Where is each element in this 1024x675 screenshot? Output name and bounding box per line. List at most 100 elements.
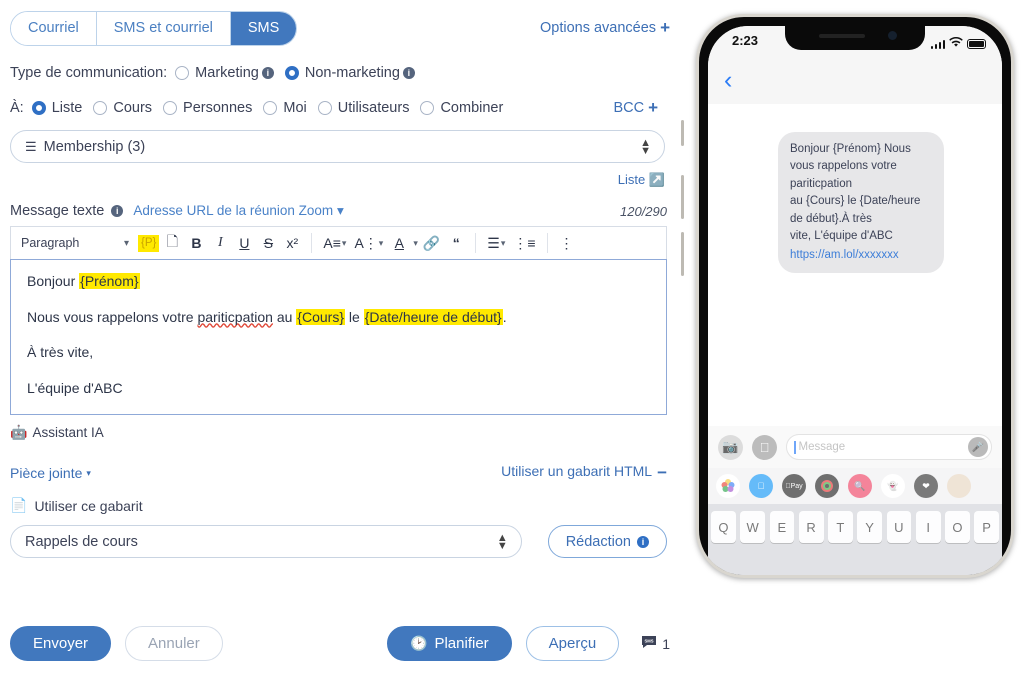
back-chevron-icon[interactable]: ‹ (724, 68, 732, 93)
info-icon[interactable]: i (637, 535, 649, 548)
wifi-icon (949, 35, 963, 53)
key-i[interactable]: I (915, 511, 941, 543)
radio-utilisateurs-circle (317, 101, 332, 115)
cancel-button[interactable]: Annuler (125, 626, 223, 661)
text-color-icon[interactable]: A (388, 231, 410, 255)
tab-sms[interactable]: SMS (230, 11, 297, 45)
html-template-toggle[interactable]: Utiliser un gabarit HTML − (501, 463, 667, 483)
phone-nav-bar: ‹ (708, 60, 1002, 104)
liste-external-link[interactable]: Liste ↗️ (10, 172, 665, 188)
font-size-icon[interactable]: A≡ ▾ (320, 231, 349, 255)
text-caret (794, 440, 796, 454)
key-p[interactable]: P (974, 511, 999, 543)
radio-non-marketing[interactable]: Non-marketing i (284, 65, 415, 81)
recipients-row: À: Liste Cours Personnes Moi Utilisateur… (10, 98, 670, 118)
key-o[interactable]: O (945, 511, 970, 543)
strikethrough-icon[interactable]: S (257, 231, 279, 255)
advanced-options-link[interactable]: Options avancées + (540, 18, 670, 38)
app-store-icon[interactable]:  (749, 474, 773, 498)
zoom-url-dropdown[interactable]: Adresse URL de la réunion Zoom ▾ (133, 203, 343, 219)
key-y[interactable]: Y (857, 511, 882, 543)
message-body-editor[interactable]: Bonjour {Prénom} Nous vous rappelons vot… (10, 259, 667, 415)
quote-icon[interactable]: “ (445, 231, 467, 255)
radio-liste-circle (31, 101, 46, 115)
merge-field-button[interactable]: {P} (138, 234, 160, 252)
editor-line2-suffix: . (502, 308, 507, 325)
list-select[interactable]: ☰ Membership (3) ▲ ▼ (10, 130, 665, 163)
app-store-icon[interactable]:  (752, 434, 777, 460)
link-icon[interactable]: 🔗 (420, 231, 443, 255)
tab-sms-et-courriel[interactable]: SMS et courriel (96, 11, 231, 45)
radio-combiner-label: Combiner (440, 100, 504, 116)
key-t[interactable]: T (828, 511, 853, 543)
key-q[interactable]: Q (711, 511, 736, 543)
bold-icon[interactable]: B (185, 231, 207, 255)
key-u[interactable]: U (886, 511, 912, 543)
misspelled-word: pariticpation (197, 308, 273, 325)
attachment-row: Pièce jointe ▾ Utiliser un gabarit HTML − (10, 463, 667, 483)
document-icon: 📄 (10, 497, 28, 513)
template-icon[interactable]: 🗋 (161, 231, 183, 255)
toolbar-divider (311, 233, 313, 253)
editor-line-1: Bonjour {Prénom} (27, 273, 650, 291)
radio-moi[interactable]: Moi (263, 100, 307, 116)
memoji-icon[interactable]: 👻 (881, 474, 905, 498)
digital-touch-icon[interactable]: ❤ (914, 474, 938, 498)
info-icon[interactable]: i (261, 67, 274, 79)
radio-combiner[interactable]: Combiner (420, 100, 503, 116)
radio-personnes[interactable]: Personnes (163, 100, 252, 116)
block-format-select[interactable]: Paragraph (18, 236, 122, 250)
more-options-icon[interactable]: ⋮ (556, 231, 578, 255)
line-height-icon[interactable]: A⋮ ▾ (351, 231, 386, 255)
message-header: Message texte i Adresse URL de la réunio… (10, 203, 667, 219)
use-template-link[interactable]: 📄 Utiliser ce gabarit (10, 497, 670, 514)
channel-tab-row: Courriel SMS et courriel SMS Options ava… (10, 10, 670, 46)
attachment-label: Pièce jointe (10, 465, 83, 481)
radio-utilisateurs[interactable]: Utilisateurs (317, 100, 409, 116)
photos-icon[interactable] (716, 474, 740, 498)
search-icon[interactable]: 🔍 (848, 474, 872, 498)
camera-icon[interactable]: 📷 (718, 434, 743, 460)
sms-short-link[interactable]: https://am.lol/xxxxxxx (790, 247, 932, 264)
tab-courriel[interactable]: Courriel (11, 11, 97, 45)
italic-icon[interactable]: I (209, 231, 231, 255)
ai-assistant-button[interactable]: 🤖 Assistant IA (10, 424, 670, 441)
radio-liste[interactable]: Liste (31, 100, 82, 116)
attachment-dropdown[interactable]: Pièce jointe ▾ (10, 465, 91, 481)
radio-marketing[interactable]: Marketing i (175, 65, 274, 81)
chevron-down-icon[interactable]: ▾ (124, 238, 129, 249)
phone-input-bar: 📷  Message 🎤 (708, 426, 1002, 468)
bullet-list-icon[interactable]: ⋮≡ (510, 231, 538, 255)
editor-line-2: Nous vous rappelons votre pariticpation … (27, 308, 650, 327)
communication-type-label: Type de communication: (10, 65, 168, 81)
superscript-icon[interactable]: x² (281, 231, 303, 255)
template-select[interactable]: Rappels de cours ▲ ▼ (10, 525, 522, 558)
chevron-down-icon[interactable]: ▾ (413, 238, 418, 249)
info-icon[interactable]: i (402, 67, 415, 79)
more-apps-icon[interactable] (947, 474, 971, 498)
align-icon[interactable]: ☰ ▾ (484, 231, 508, 255)
editor-line2-prefix: Nous vous rappelons votre (27, 308, 198, 325)
message-input[interactable]: Message 🎤 (786, 434, 992, 460)
key-w[interactable]: W (740, 511, 765, 543)
radio-cours[interactable]: Cours (93, 100, 152, 116)
editor-line2-sep: le (345, 308, 364, 325)
sms-line-1: Bonjour {Prénom} Nous (790, 143, 911, 155)
apple-pay-icon[interactable]: Pay (782, 474, 806, 498)
schedule-button[interactable]: 🕑 Planifier (387, 626, 512, 661)
sms-count-value: 1 (662, 635, 670, 652)
editor-toolbar: Paragraph ▾ {P} 🗋 B I U S x² A≡ ▾ A⋮ ▾ A ▾… (10, 226, 667, 259)
preview-button[interactable]: Aperçu (525, 626, 620, 661)
music-icon[interactable] (815, 474, 839, 498)
redaction-button[interactable]: Rédaction i (547, 525, 667, 558)
sms-bubble-icon: SMS (641, 635, 657, 652)
schedule-label: Planifier (434, 635, 489, 652)
underline-icon[interactable]: U (233, 231, 255, 255)
bcc-link[interactable]: BCC + (613, 98, 658, 118)
send-button[interactable]: Envoyer (10, 626, 112, 661)
chevron-updown-icon: ▲ ▼ (496, 531, 508, 552)
key-e[interactable]: E (769, 511, 795, 543)
info-icon[interactable]: i (111, 205, 124, 217)
microphone-icon[interactable]: 🎤 (968, 437, 988, 457)
key-r[interactable]: R (798, 511, 824, 543)
